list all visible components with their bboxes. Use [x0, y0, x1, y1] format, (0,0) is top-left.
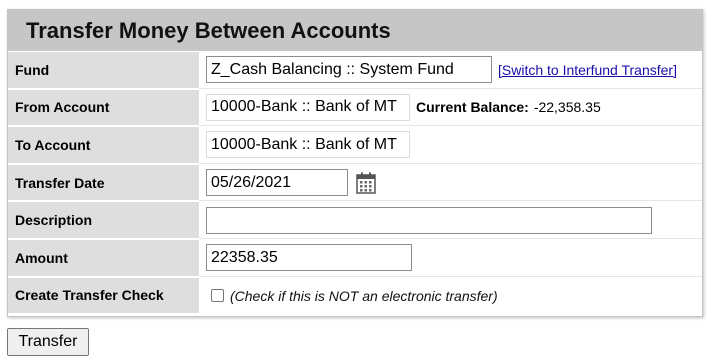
description-row: Description: [8, 201, 702, 239]
fund-select[interactable]: Z_Cash Balancing :: System Fund: [206, 56, 492, 84]
transfer-date-input[interactable]: [206, 169, 348, 197]
from-account-row: From Account 10000-Bank :: Bank of MT Cu…: [8, 88, 702, 127]
fund-row: Fund Z_Cash Balancing :: System Fund [Sw…: [8, 51, 702, 89]
transfer-date-row: Transfer Date: [8, 163, 702, 202]
fund-label: Fund: [8, 52, 199, 89]
to-account-value: 10000-Bank :: Bank of MT: [206, 131, 410, 159]
calendar-icon[interactable]: [356, 172, 376, 194]
description-input[interactable]: [206, 206, 652, 234]
current-balance-value: -22,358.35: [533, 99, 601, 116]
amount-row: Amount: [8, 238, 702, 277]
amount-label: Amount: [8, 239, 199, 277]
amount-input[interactable]: [206, 244, 412, 272]
to-account-row: To Account 10000-Bank :: Bank of MT: [8, 126, 702, 164]
page-title: Transfer Money Between Accounts: [8, 10, 702, 51]
transfer-button[interactable]: Transfer: [7, 328, 89, 356]
create-check-checkbox[interactable]: [211, 289, 224, 303]
create-check-row: Create Transfer Check (Check if this is …: [8, 276, 702, 315]
create-check-label: Create Transfer Check: [8, 277, 199, 315]
from-account-value: 10000-Bank :: Bank of MT: [206, 93, 410, 121]
transfer-panel: Transfer Money Between Accounts Fund Z_C…: [7, 9, 703, 317]
switch-to-interfund-link[interactable]: [Switch to Interfund Transfer]: [498, 62, 677, 78]
to-account-label: To Account: [8, 127, 199, 164]
from-account-label: From Account: [8, 89, 199, 127]
description-label: Description: [8, 202, 199, 239]
create-check-note: (Check if this is NOT an electronic tran…: [230, 287, 498, 304]
transfer-date-label: Transfer Date: [8, 164, 199, 202]
current-balance-label: Current Balance:: [416, 99, 529, 116]
